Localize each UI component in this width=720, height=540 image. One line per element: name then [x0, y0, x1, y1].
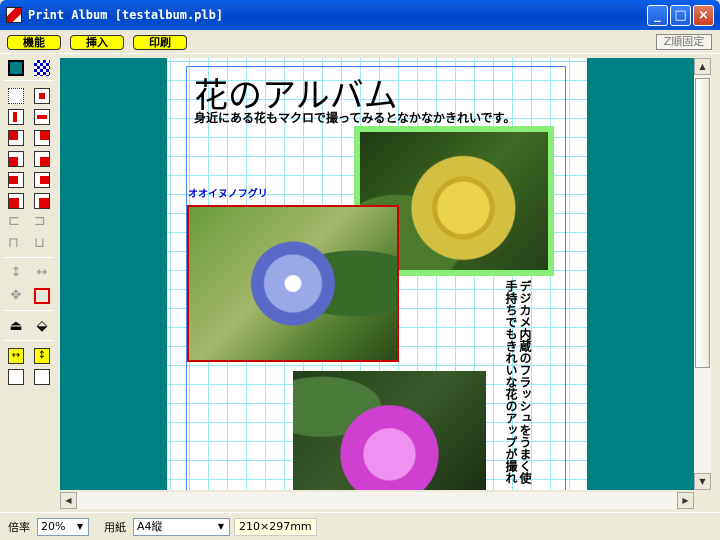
- album-canvas[interactable]: 花のアルバム 身近にある花もマクロで撮ってみるとなかなかきれいです。 オオイヌノ…: [60, 58, 694, 490]
- status-bar: 倍率 20% ▼ 用紙 A4縦 ▼ 210×297mm: [0, 512, 720, 540]
- align-bottom-disabled-icon[interactable]: ⊔: [34, 236, 50, 252]
- maximize-button[interactable]: □: [670, 5, 691, 26]
- align-middle-right-icon[interactable]: [34, 172, 50, 188]
- scroll-up-button[interactable]: ▲: [694, 58, 711, 75]
- z-order-fix-toggle[interactable]: Z順固定: [656, 34, 712, 50]
- bring-forward-icon[interactable]: ⏏: [8, 318, 24, 334]
- align-bottom-right-icon[interactable]: [34, 151, 50, 167]
- close-button[interactable]: ×: [693, 5, 714, 26]
- align-middle-left-icon[interactable]: [8, 172, 24, 188]
- paper-value: A4縦: [137, 520, 163, 533]
- zoom-value: 20%: [41, 520, 66, 533]
- scroll-left-button[interactable]: ◀: [60, 492, 77, 509]
- window-title: Print Album [testalbum.plb]: [28, 8, 224, 22]
- scroll-down-button[interactable]: ▼: [694, 473, 711, 490]
- zoom-select[interactable]: 20% ▼: [37, 518, 89, 536]
- vertical-resize-icon[interactable]: ↕: [8, 265, 24, 281]
- insert-button[interactable]: 挿入: [70, 35, 124, 50]
- align-top-left-icon[interactable]: [8, 130, 24, 146]
- align-top-disabled-icon[interactable]: ⊓: [8, 236, 24, 252]
- paper-select[interactable]: A4縦 ▼: [133, 518, 230, 536]
- move-icon[interactable]: ✥: [8, 288, 24, 304]
- page-left-icon[interactable]: [8, 369, 24, 385]
- photo-speedwell[interactable]: [187, 205, 399, 362]
- paper-dropdown-icon[interactable]: ▼: [214, 520, 228, 534]
- align-bottom-right-large-icon[interactable]: [34, 193, 50, 209]
- zoom-label: 倍率: [8, 521, 30, 534]
- vertical-scrollbar[interactable]: ▲ ▼: [694, 58, 711, 490]
- fit-width-icon[interactable]: ↔: [8, 348, 24, 364]
- margin-guide-top: [186, 66, 566, 67]
- print-button[interactable]: 印刷: [133, 35, 187, 50]
- functions-button[interactable]: 機能: [7, 35, 61, 50]
- pattern-icon[interactable]: [34, 60, 50, 76]
- photo-thistle[interactable]: [293, 371, 486, 490]
- frame-center-icon[interactable]: [34, 88, 50, 104]
- align-bottom-left-icon[interactable]: [8, 151, 24, 167]
- album-subtitle[interactable]: 身近にある花もマクロで撮ってみるとなかなかきれいです。: [194, 109, 515, 126]
- paper-size-readout: 210×297mm: [234, 518, 317, 536]
- frame-horizontal-bar-icon[interactable]: [34, 109, 50, 125]
- horizontal-resize-icon[interactable]: ↔: [34, 265, 50, 281]
- main-toolbar: 機能 挿入 印刷 Z順固定: [0, 30, 720, 54]
- align-bottom-left-large-icon[interactable]: [8, 193, 24, 209]
- send-backward-icon[interactable]: ⬙: [34, 318, 50, 334]
- border-frame-icon[interactable]: [34, 288, 50, 304]
- fit-height-icon[interactable]: ↕: [34, 348, 50, 364]
- align-right-disabled-icon[interactable]: ⊐: [34, 214, 50, 230]
- scroll-right-button[interactable]: ▶: [677, 492, 694, 509]
- horizontal-scrollbar[interactable]: ◀ ▶: [60, 492, 694, 509]
- vertical-comment-text[interactable]: デジカメ内蔵のフラッシュをうまく使手持ちでもきれいな花のアップが撮れ: [504, 280, 532, 490]
- zoom-dropdown-icon[interactable]: ▼: [73, 520, 87, 534]
- frame-left-bar-icon[interactable]: [8, 109, 24, 125]
- album-page[interactable]: 花のアルバム 身近にある花もマクロで撮ってみるとなかなかきれいです。 オオイヌノ…: [167, 58, 587, 490]
- photo-caption[interactable]: オオイヌノフグリ: [188, 185, 268, 200]
- paper-label: 用紙: [104, 521, 126, 534]
- align-top-right-icon[interactable]: [34, 130, 50, 146]
- minimize-button[interactable]: _: [647, 5, 668, 26]
- page-right-icon[interactable]: [34, 369, 50, 385]
- background-color-icon[interactable]: [8, 60, 24, 76]
- title-bar: Print Album [testalbum.plb] _ □ ×: [0, 0, 720, 30]
- margin-guide-right: [565, 66, 566, 490]
- vertical-scroll-thumb[interactable]: [695, 78, 710, 368]
- tool-palette: ⊏ ⊐ ⊓ ⊔ ↕ ↔ ✥ ⏏ ⬙ ↔ ↕: [0, 54, 58, 512]
- align-left-disabled-icon[interactable]: ⊏: [8, 214, 24, 230]
- frame-none-icon[interactable]: [8, 88, 24, 104]
- app-icon[interactable]: [6, 7, 22, 23]
